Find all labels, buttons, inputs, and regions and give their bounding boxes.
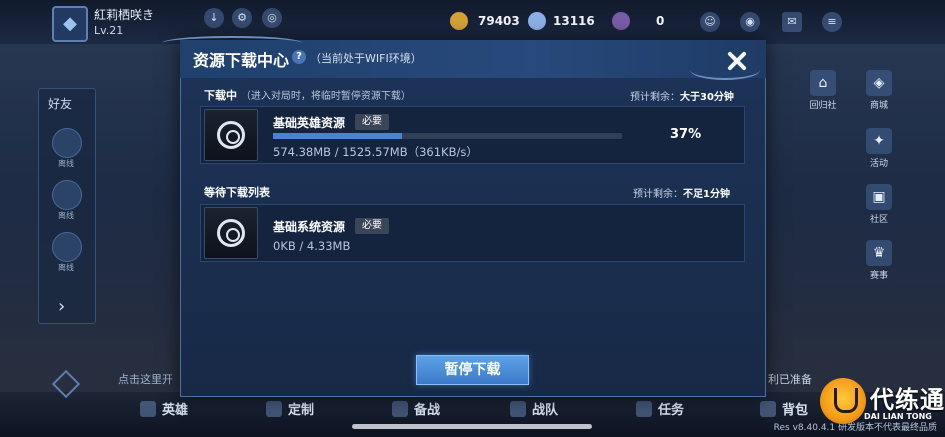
- diamond-icon: [528, 12, 546, 30]
- resource-size: 574.38MB / 1525.57MB（361KB/s）: [273, 145, 478, 159]
- diamond-count: 13116: [553, 14, 595, 28]
- friend-avatar[interactable]: [52, 232, 82, 262]
- version-text: Res v8.40.4.1 研发版本不代表最终品质: [773, 423, 937, 433]
- shop-button[interactable]: ◈ 商城: [862, 70, 896, 111]
- hint-left[interactable]: 点击这里开: [118, 371, 173, 387]
- watermark-subtext: DAI LIAN TONG: [864, 412, 932, 421]
- nav-customize[interactable]: 定制: [266, 399, 314, 418]
- player-avatar[interactable]: ◆: [52, 6, 88, 42]
- friend-avatar[interactable]: [52, 128, 82, 158]
- hint-right: 利已准备: [768, 373, 812, 386]
- shop-icon: ◈: [866, 70, 892, 96]
- network-status: （当前处于WIFI环境）: [310, 52, 422, 65]
- player-name: 紅莉栖咲き: [94, 8, 155, 22]
- return-icon: ⌂: [810, 70, 836, 96]
- friend-status: 离线: [58, 159, 74, 168]
- resource-icon: [204, 207, 258, 259]
- customize-icon: [266, 401, 282, 417]
- tasks-icon: [636, 401, 652, 417]
- events-button[interactable]: ✦ 活动: [862, 128, 896, 169]
- community-icon: ▣: [866, 184, 892, 210]
- expand-arrow-icon[interactable]: ›: [58, 296, 65, 317]
- required-badge: 必要: [355, 114, 389, 130]
- downloading-section-title: 下载中 （进入对局时，将临时暂停资源下载）: [204, 89, 411, 102]
- waiting-section-title: 等待下载列表: [204, 186, 270, 199]
- pause-download-button[interactable]: 暂停下载: [416, 355, 529, 385]
- resource-name: 基础系统资源: [273, 220, 346, 234]
- broadcast-icon[interactable]: ◎: [262, 8, 282, 28]
- downloading-eta: 预计剩余：大于30分钟: [630, 92, 734, 103]
- mail-icon[interactable]: ✉: [782, 12, 802, 32]
- token-count: 0: [656, 14, 665, 28]
- player-level: Lv.21: [94, 24, 124, 37]
- waiting-eta: 预计剩余：不足1分钟: [633, 189, 730, 200]
- hero-icon: [140, 401, 156, 417]
- download-progress-bar: [273, 133, 622, 139]
- resource-icon: [204, 109, 258, 161]
- resource-name: 基础英雄资源: [273, 116, 346, 130]
- nav-backpack[interactable]: 背包: [760, 399, 808, 418]
- resource-size: 0KB / 4.33MB: [273, 239, 351, 253]
- downloading-note: （进入对局时，将临时暂停资源下载）: [240, 91, 411, 102]
- nav-team[interactable]: 战队: [510, 399, 558, 418]
- prepare-icon: [392, 401, 408, 417]
- return-club-button[interactable]: ⌂ 回归社: [806, 70, 840, 111]
- nav-prepare[interactable]: 备战: [392, 399, 440, 418]
- watermark-logo-icon: [820, 378, 866, 424]
- events-icon: ✦: [866, 128, 892, 154]
- friend-avatar[interactable]: [52, 180, 82, 210]
- nav-heroes[interactable]: 英雄: [140, 399, 188, 418]
- eye-icon[interactable]: ◉: [740, 12, 760, 32]
- backpack-icon: [760, 401, 776, 417]
- gold-count: 79403: [478, 14, 520, 28]
- gold-coin-icon: [450, 12, 468, 30]
- required-badge: 必要: [355, 218, 389, 234]
- dialog-title: 资源下载中心: [193, 51, 290, 70]
- nav-tasks[interactable]: 任务: [636, 399, 684, 418]
- close-button[interactable]: [722, 46, 752, 76]
- token-icon: [612, 12, 630, 30]
- friends-title[interactable]: 好友: [48, 95, 72, 112]
- friend-status: 离线: [58, 263, 74, 272]
- community-button[interactable]: ▣ 社区: [862, 184, 896, 225]
- friend-status: 离线: [58, 211, 74, 220]
- tournament-button[interactable]: ♛ 赛事: [862, 240, 896, 281]
- home-indicator[interactable]: [352, 424, 592, 429]
- trophy-icon: ♛: [866, 240, 892, 266]
- team-icon: [510, 401, 526, 417]
- help-icon[interactable]: ?: [292, 50, 306, 64]
- download-progress-fill: [273, 133, 403, 139]
- download-icon[interactable]: ↓: [204, 8, 224, 28]
- friend-request-icon[interactable]: ☺: [700, 12, 720, 32]
- watermark-text: 代练通: [870, 386, 945, 414]
- menu-icon[interactable]: ≡: [822, 12, 842, 32]
- settings-icon[interactable]: ⚙: [232, 8, 252, 28]
- download-percent: 37%: [670, 127, 702, 142]
